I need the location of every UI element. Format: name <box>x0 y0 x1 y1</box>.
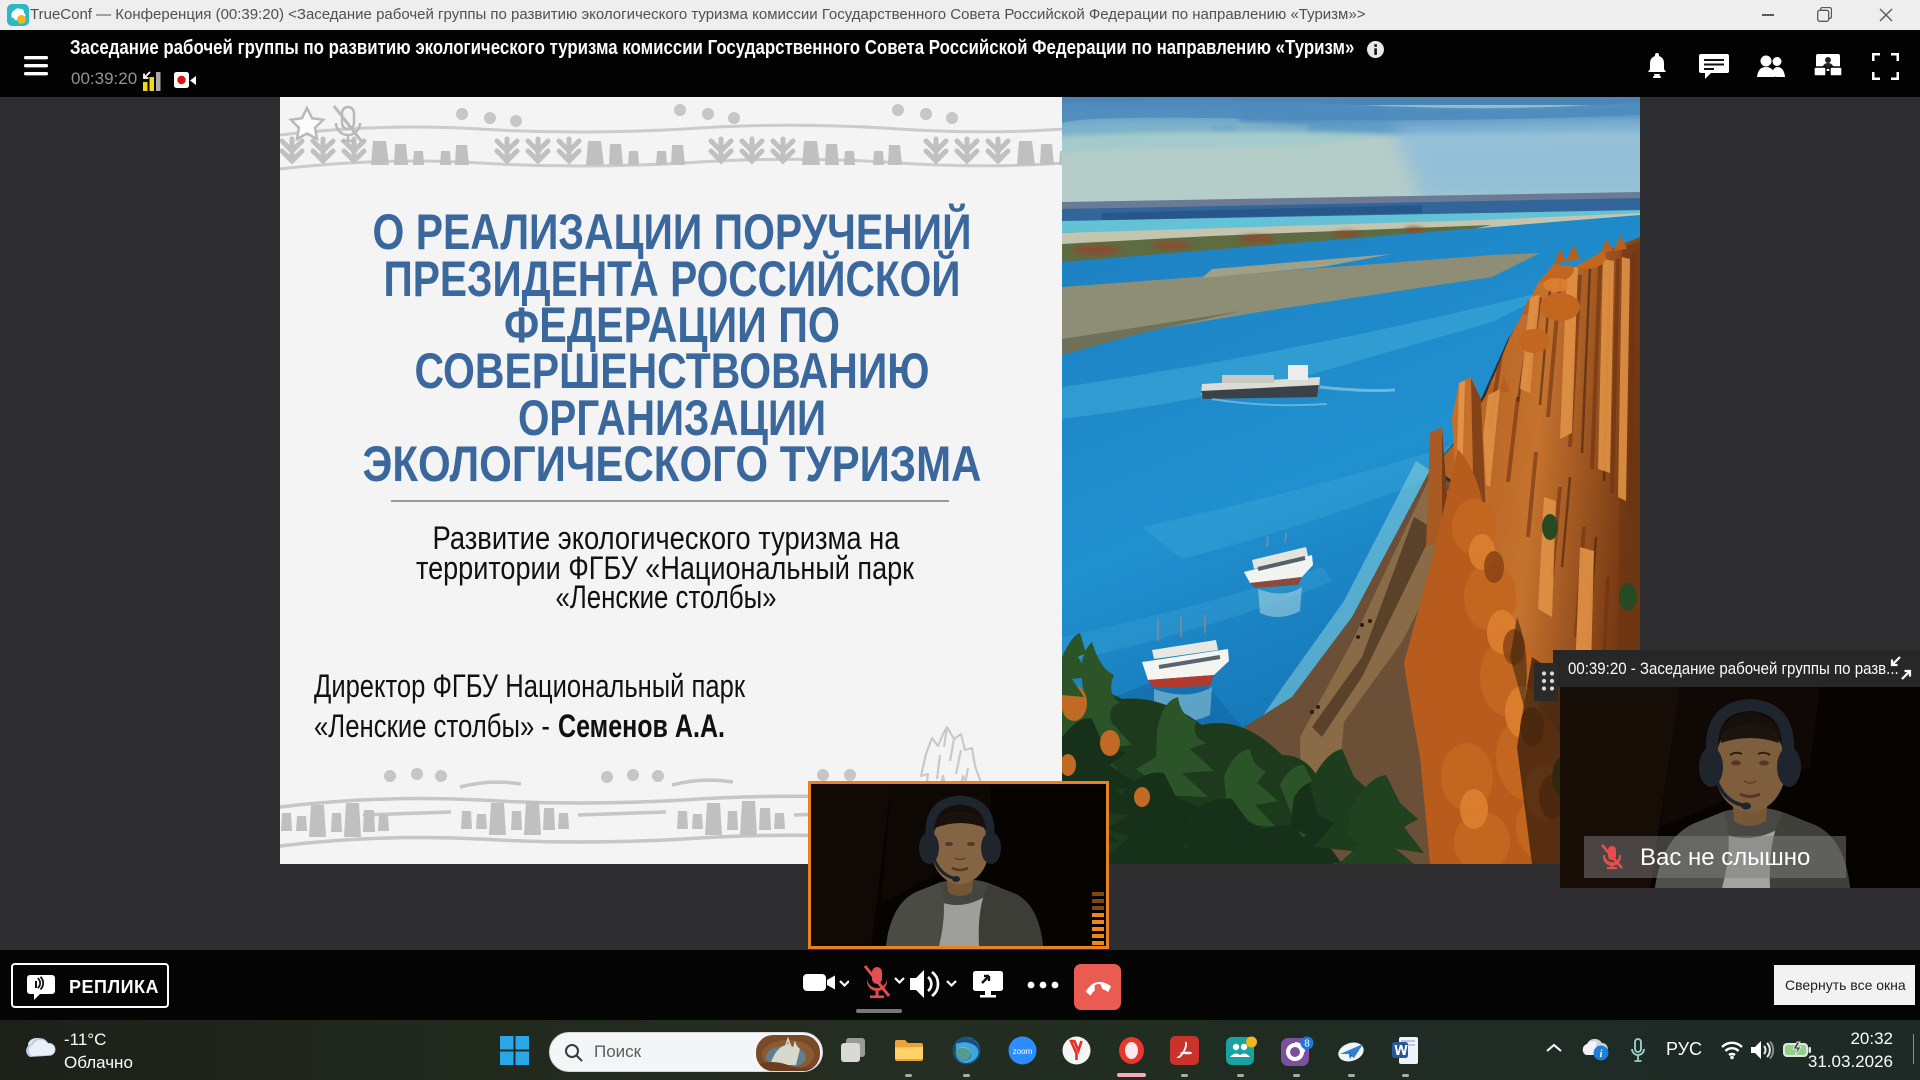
svg-text:zoom: zoom <box>1013 1047 1033 1056</box>
svg-text:ЭКОЛОГИЧЕСКОГО ТУРИЗМА: ЭКОЛОГИЧЕСКОГО ТУРИЗМА <box>363 436 982 492</box>
svg-text:«Ленские столбы»: «Ленские столбы» <box>556 579 777 615</box>
svg-text:Семенов А.А.: Семенов А.А. <box>558 708 725 744</box>
svg-text:i: i <box>1600 1049 1603 1060</box>
svg-text:8: 8 <box>1304 1039 1310 1050</box>
svg-text:Директор ФГБУ Национальный пар: Директор ФГБУ Национальный парк <box>314 668 746 704</box>
svg-text:«Ленские столбы» -: «Ленские столбы» - <box>314 708 550 744</box>
